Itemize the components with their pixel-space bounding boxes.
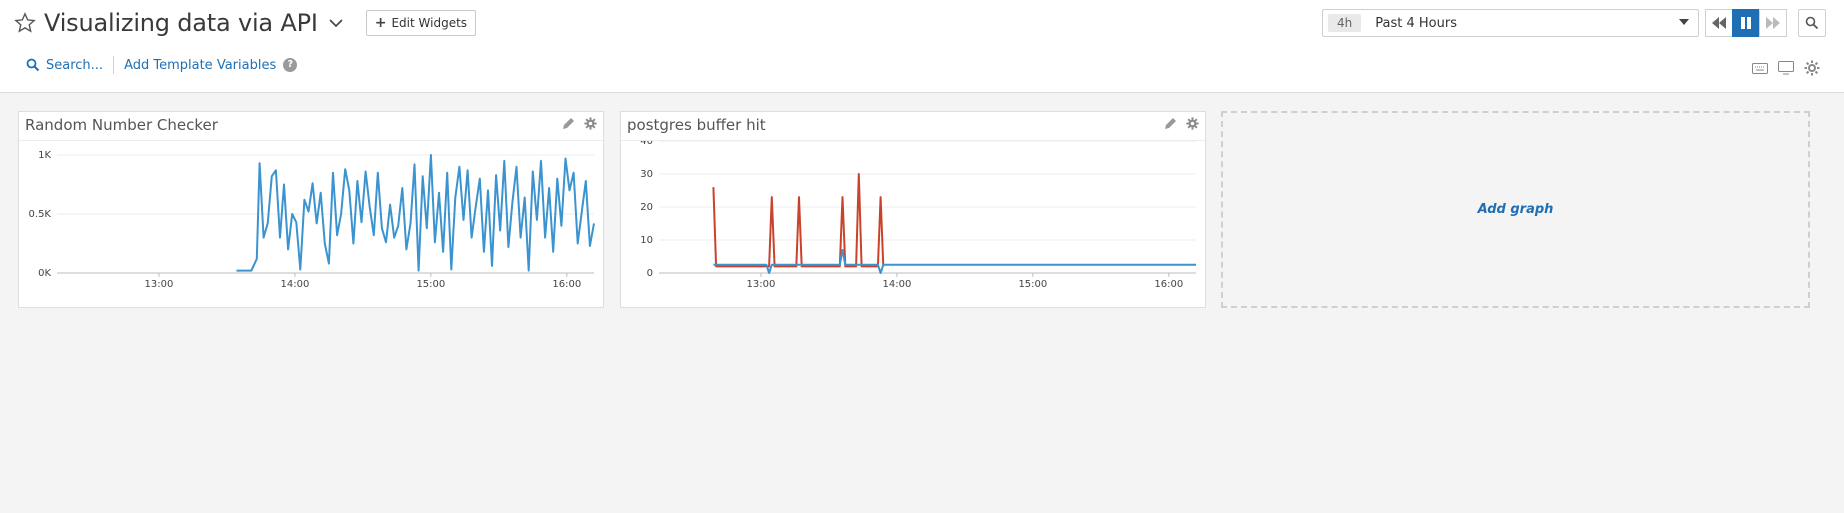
dashboard-header: Visualizing data via API + Edit Widgets … [0, 0, 1844, 93]
edit-widgets-button[interactable]: + Edit Widgets [365, 10, 477, 36]
widget-title: Random Number Checker [25, 116, 218, 134]
y-tick-label: 0 [647, 268, 653, 279]
add-graph-placeholder[interactable]: Add graph [1221, 111, 1810, 308]
view-tools [1752, 60, 1820, 76]
y-tick-label: 0.5K [29, 209, 52, 220]
y-tick-label: 10 [640, 235, 653, 246]
pause-button[interactable] [1732, 9, 1760, 37]
series-line-0 [712, 173, 885, 268]
x-tick-label: 13:00 [747, 279, 776, 290]
help-icon[interactable]: ? [283, 58, 298, 72]
postgres-buffer-chart[interactable]: 0 10 20 30 40 13:00 14:00 15:00 16:00 [621, 141, 1205, 307]
pencil-icon[interactable] [562, 117, 575, 130]
gear-icon[interactable] [584, 117, 597, 130]
widget-tools [1164, 117, 1199, 130]
edit-widgets-label: Edit Widgets [391, 16, 468, 30]
x-tick-label: 13:00 [145, 279, 174, 290]
y-tick-label: 0K [38, 268, 51, 279]
widget-title: postgres buffer hit [627, 116, 766, 134]
dashboard-title: Visualizing data via API [44, 9, 318, 37]
keyboard-icon[interactable] [1752, 62, 1768, 74]
widget-postgres-buffer-hit: postgres buffer hit 0 10 20 30 40 13:00 14:00 1… [620, 111, 1206, 308]
widget-random-number-checker: Random Number Checker 0K 0.5K 1K 13:00 14:00… [18, 111, 604, 308]
add-template-variables-link[interactable]: Add Template Variables [124, 58, 276, 73]
playback-controls [1705, 9, 1787, 37]
pencil-icon[interactable] [1164, 117, 1177, 130]
search-link[interactable]: Search... [46, 58, 103, 73]
y-tick-label: 1K [38, 150, 51, 161]
x-tick-label: 15:00 [416, 279, 445, 290]
zoom-button[interactable] [1798, 9, 1826, 37]
widget-tools [562, 117, 597, 130]
x-tick-label: 14:00 [882, 279, 911, 290]
x-tick-label: 15:00 [1018, 279, 1047, 290]
tv-mode-icon[interactable] [1778, 61, 1794, 75]
caret-down-icon [1679, 19, 1689, 25]
y-tick-label: 30 [640, 169, 653, 180]
gear-icon[interactable] [1186, 117, 1199, 130]
x-tick-label: 16:00 [1154, 279, 1183, 290]
time-range-abbr: 4h [1328, 14, 1362, 32]
series-line-1 [713, 248, 1196, 274]
rewind-button[interactable] [1705, 9, 1733, 37]
random-number-chart[interactable]: 0K 0.5K 1K 13:00 14:00 15:00 16:00 [19, 141, 603, 307]
search-icon[interactable] [26, 58, 40, 72]
time-range-select[interactable]: 4h Past 4 Hours [1322, 9, 1699, 37]
series-line-0 [236, 154, 595, 272]
magnifier-icon [1805, 16, 1819, 30]
plus-icon: + [374, 15, 387, 31]
fast-forward-icon [1766, 17, 1780, 29]
divider [113, 56, 115, 74]
star-icon[interactable] [14, 12, 36, 34]
x-tick-label: 16:00 [552, 279, 581, 290]
template-bar: Search... Add Template Variables ? [26, 56, 298, 74]
x-tick-label: 14:00 [280, 279, 309, 290]
add-graph-label: Add graph [1477, 202, 1554, 217]
rewind-icon [1712, 17, 1726, 29]
chevron-down-icon[interactable] [328, 15, 344, 31]
fast-forward-button[interactable] [1759, 9, 1787, 37]
y-tick-label: 40 [640, 141, 653, 147]
y-tick-label: 20 [640, 202, 653, 213]
gear-icon[interactable] [1804, 60, 1820, 76]
pause-icon [1741, 17, 1751, 29]
time-range-label: Past 4 Hours [1375, 15, 1457, 31]
title-row: Visualizing data via API + Edit Widgets [14, 6, 477, 40]
